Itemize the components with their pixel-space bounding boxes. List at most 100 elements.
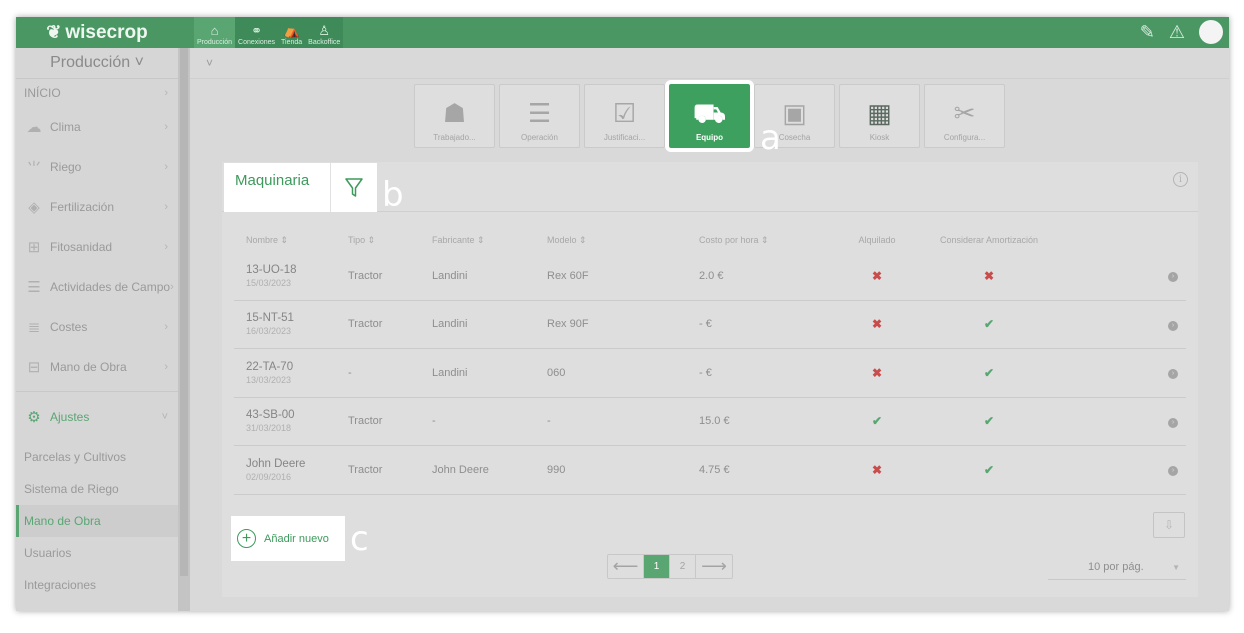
export-button[interactable]: ⇩ (1153, 512, 1185, 538)
page-button[interactable]: 1 (644, 555, 670, 578)
sidebar-item-7[interactable]: ⊟ Mano de Obra › (16, 347, 178, 387)
machine-date: 13/03/2023 (246, 374, 292, 385)
column-header[interactable]: Tipo ⇕ (348, 235, 432, 246)
cross-icon: ✖ (871, 365, 883, 380)
brand-logo[interactable]: ❦ wisecrop (16, 17, 178, 48)
page-button[interactable]: 2 (670, 555, 696, 578)
pagination: ⟵ 1 2 ⟶ (607, 554, 733, 579)
sidebar-item-3[interactable]: ◈ Fertilización › (16, 187, 178, 227)
cell-action: › (1059, 318, 1186, 331)
check-icon: ✔ (983, 365, 995, 380)
chevron-right-icon: › (164, 121, 168, 133)
sidebar-item-6[interactable]: ≣ Costes › (16, 307, 178, 347)
topnav-conexiones[interactable]: ⚭ Conexiones (235, 17, 278, 48)
table-row[interactable]: 22-TA-70 13/03/2023- Landini 060- € ✖ ✔ › (234, 349, 1186, 398)
cell-alquilado: ✖ (835, 269, 919, 283)
check-icon: ✔ (983, 317, 995, 332)
sidebar-subitem[interactable]: Usuarios (16, 537, 178, 569)
avatar[interactable] (1199, 20, 1223, 44)
gear-icon: ⚙ (27, 408, 41, 426)
sidebar-subitem[interactable]: Parcelas y Cultivos (16, 441, 178, 473)
tile-1[interactable]: ☰ Operación (499, 84, 580, 148)
chevron-down-icon[interactable]: ˅ (206, 56, 213, 70)
prev-page-button[interactable]: ⟵ (608, 555, 644, 578)
info-icon[interactable]: i (1173, 172, 1188, 187)
table-header: Nombre ⇕ Tipo ⇕ Fabricante ⇕ Modelo ⇕ Costo … (234, 228, 1186, 252)
table-row[interactable]: John Deere 02/09/2016 Tractor John Deere 990… (234, 446, 1186, 495)
sidebar-module-selector[interactable]: Producción ˅ (16, 48, 178, 79)
column-header[interactable]: Modelo ⇕ (547, 235, 699, 246)
tile-3[interactable]: ⛟ Equipo (665, 80, 754, 152)
section-tiles: ☗ Trabajado... ☰ Operación ☑ Justificaci... ⛟ E… (414, 80, 1005, 152)
notes-icon[interactable]: ✎ (1140, 22, 1155, 43)
callout-c: c (350, 519, 369, 559)
column-header[interactable]: Fabricante ⇕ (432, 235, 547, 246)
cell-tipo: Tractor (348, 463, 383, 476)
sidebar-subitem[interactable]: Sistema de Riego (16, 473, 178, 505)
sidebar-menu: INÍCIO › ☁ Clima › ⺌ Riego › ◈ Fertilización › ⊞ Fit… (16, 79, 178, 387)
cell-modelo: Rex 60F (547, 269, 589, 282)
cell-fabricante: Landini (432, 318, 468, 331)
scrollbar-thumb[interactable] (180, 48, 188, 576)
table-row[interactable]: 15-NT-51 16/03/2023 Tractor Landini Rex 90F -… (234, 301, 1186, 349)
add-new-label: Añadir nuevo (264, 532, 329, 545)
top-bar: ❦ wisecrop ⌂ Producción ⚭ Conexiones ⛺ Tienda… (16, 17, 1229, 48)
topnav-backoffice[interactable]: ♙ Backoffice (305, 17, 343, 48)
filter-button[interactable] (331, 163, 377, 212)
per-page-select[interactable]: 10 por pág. ▼ (1048, 555, 1186, 580)
column-header[interactable]: Alquilado (835, 235, 919, 245)
sidebar-item-1[interactable]: ☁ Clima › (16, 107, 178, 147)
cell-costo: - € (699, 318, 712, 331)
column-header[interactable]: Nombre ⇕ (234, 235, 348, 246)
sidebar-item-content: ⊞ Fitosanidad (24, 238, 112, 256)
cell-costo: 2.0 € (699, 269, 724, 282)
tile-5[interactable]: ▦ Kiosk (839, 84, 920, 148)
sidebar-item-label: Mano de Obra (50, 360, 127, 374)
sidebar-scrollbar[interactable] (178, 48, 190, 611)
sidebar-item-4[interactable]: ⊞ Fitosanidad › (16, 227, 178, 267)
topnav-tienda[interactable]: ⛺ Tienda (278, 17, 305, 48)
sidebar-subitem[interactable]: Mano de Obra (16, 505, 178, 537)
cross-icon: ✖ (983, 268, 995, 283)
cell-costo: 4.75 € (699, 463, 730, 476)
tile-label: Kiosk (869, 133, 890, 142)
cell-fabricante: - (432, 415, 436, 428)
add-new-button[interactable]: + Añadir nuevo (231, 516, 345, 561)
cell-amortizacion: ✔ (919, 317, 1059, 331)
table-row[interactable]: 43-SB-00 31/03/2018 Tractor - -15.0 € ✔ ✔ › (234, 398, 1186, 446)
tile-0[interactable]: ☗ Trabajado... (414, 84, 495, 148)
cell-action: › (1059, 415, 1186, 428)
arrow-circle-right-icon[interactable]: › (1168, 417, 1178, 428)
farm-icon: ⌂ (210, 23, 219, 38)
column-header[interactable]: Costo por hora ⇕ (699, 235, 835, 246)
sidebar-item-2[interactable]: ⺌ Riego › (16, 147, 178, 187)
cell-amortizacion: ✔ (919, 366, 1059, 380)
arrow-circle-right-icon[interactable]: › (1168, 466, 1178, 477)
topnav-label: Backoffice (308, 39, 341, 46)
tile-2[interactable]: ☑ Justificaci... (584, 84, 665, 148)
next-page-button[interactable]: ⟶ (696, 555, 732, 578)
topnav-producción[interactable]: ⌂ Producción (194, 17, 236, 48)
chevron-right-icon: › (164, 361, 168, 373)
arrow-circle-right-icon[interactable]: › (1168, 369, 1178, 380)
table-row[interactable]: 13-UO-18 15/03/2023 Tractor Landini Rex 60F 2… (234, 252, 1186, 301)
tile-6[interactable]: ✂ Configura... (924, 84, 1005, 148)
sidebar-item-ajustes[interactable]: ⚙ Ajustes ˅ (16, 391, 178, 441)
sidebar-item-5[interactable]: ☰ Actividades de Campo › (16, 267, 178, 307)
warning-icon[interactable]: ⚠ (1169, 22, 1185, 43)
sidebar-item-label: Riego (50, 160, 82, 174)
sidebar-item-0[interactable]: INÍCIO › (16, 79, 178, 107)
column-header[interactable]: Considerar Amortización (919, 235, 1059, 245)
cell-action: › (1059, 366, 1186, 380)
app-window: ❦ wisecrop ⌂ Producción ⚭ Conexiones ⛺ Tienda… (16, 17, 1229, 611)
per-page-value: 10 por pág. (1088, 561, 1144, 573)
arrow-circle-right-icon[interactable]: › (1168, 272, 1178, 283)
sidebar-subitem[interactable]: Integraciones (16, 569, 178, 601)
sidebar-item-label: Ajustes (50, 409, 90, 424)
cell-fabricante: Landini (432, 269, 468, 282)
sprinkler-icon: ⺌ (26, 159, 42, 177)
sidebar-item-label: Fertilización (50, 200, 115, 214)
cell-action: › (1059, 269, 1186, 283)
cloud-icon: ☁ (26, 119, 42, 136)
arrow-circle-right-icon[interactable]: › (1168, 320, 1178, 331)
